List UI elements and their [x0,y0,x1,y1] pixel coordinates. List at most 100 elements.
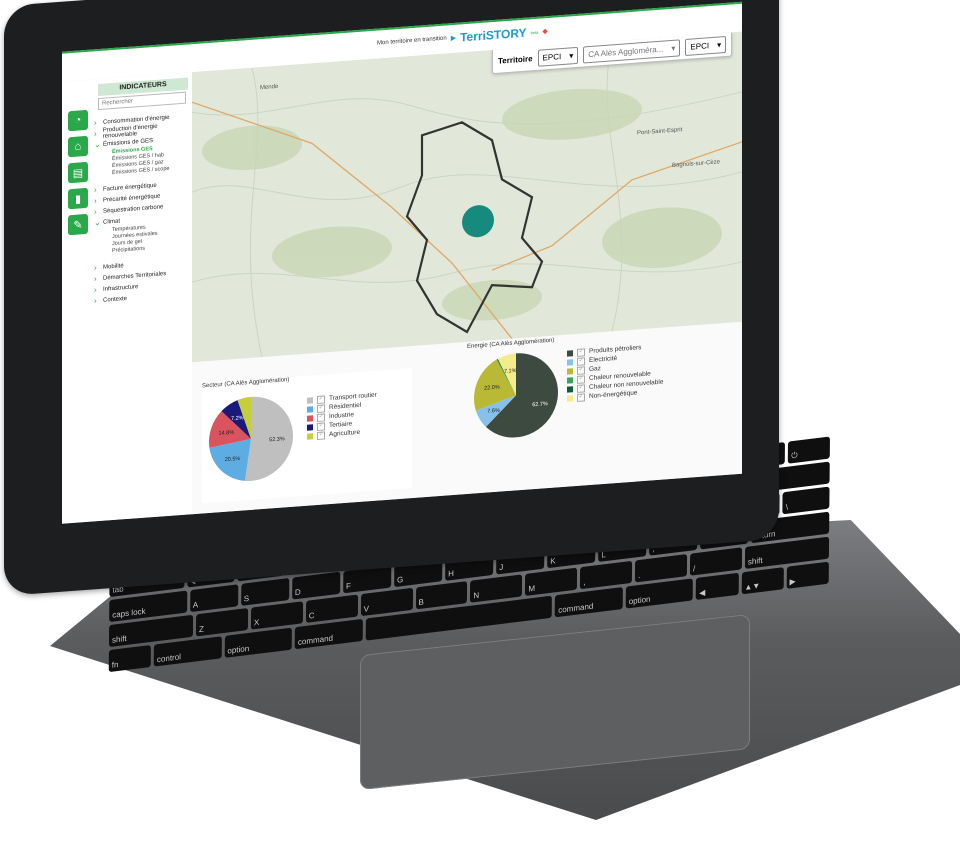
laptop-lid: Mon territoire en transition ▶ TerriSTOR… [4,0,779,596]
chevron-right-icon: › [94,207,97,217]
sidebar: ◔ ⌂ ▤ ▮ ✎ INDICATEURS ›Consommation d'én… [62,72,193,524]
key: S [240,577,290,606]
key: command [294,618,363,650]
key: Z [195,608,249,637]
chevron-down-icon: ⌄ [94,217,101,228]
key: ⏻ [788,436,830,464]
chevron-right-icon: › [94,285,97,295]
slice-label: 22.0% [484,385,500,392]
key: V [360,587,413,617]
brand-name: TerriSTORY [460,25,527,45]
legend-checkbox[interactable]: ✓ [317,421,325,431]
legend-checkbox[interactable]: ✓ [317,394,325,404]
territory-level2-select[interactable]: EPCI ▾ [685,35,727,56]
menu-item-label: Contexte [103,295,128,304]
key: ▶ [786,561,829,589]
sector-chart: Secteur (CA Alès Agglomération) 52.3% 20.… [202,368,412,504]
chevron-right-icon: › [94,118,97,128]
slice-label: 7.1% [504,368,517,375]
dashboard-icon[interactable]: ▤ [68,161,88,184]
legend-swatch [307,405,313,413]
legend-label: Non-énergétique [589,389,638,401]
sector-legend: ✓ Transport routier ✓ Résidentiel ✓ Industrie… [307,391,377,441]
sidebar-icon-bar: ◔ ⌂ ▤ ▮ ✎ [68,109,90,236]
chevron-right-icon: › [94,263,97,273]
legend-label: Agriculture [329,428,361,439]
map[interactable]: Mende Pont-Saint-Esprit Bagnols-sur-Cèze… [192,31,742,363]
legend-swatch [567,349,573,357]
legend-checkbox[interactable]: ✓ [577,365,585,375]
key: C [305,594,358,623]
chevron-right-icon: › [94,185,97,195]
key: M [525,567,578,596]
legend-checkbox[interactable]: ✓ [577,356,585,366]
key: . [635,554,688,583]
pie-chart-icon[interactable]: ◔ [68,109,88,132]
legend-checkbox[interactable]: ✓ [577,392,585,402]
key: , [580,560,633,590]
energy-pie: 62.7% 7.6% 22.0% 7.1% [474,353,558,438]
edit-icon[interactable]: ✎ [68,213,88,236]
key: ◀ [696,572,739,600]
key: option [224,627,293,658]
key: control [153,636,222,667]
legend-checkbox[interactable]: ✓ [577,347,585,357]
key: fn [108,644,152,673]
legend-swatch [307,396,313,404]
brand-tagline: Mon territoire en transition [377,35,447,47]
bar-chart-icon[interactable]: ▮ [68,187,88,210]
legend-swatch [567,394,573,402]
chevron-right-icon: › [94,129,97,139]
legend-swatch [567,385,573,393]
legend-checkbox[interactable]: ✓ [577,374,585,384]
brand[interactable]: Mon territoire en transition ▶ TerriSTOR… [377,24,548,51]
chevron-down-icon: ▾ [671,43,676,53]
legend-checkbox[interactable]: ✓ [317,430,325,440]
key: B [415,581,468,610]
slice-label: 52.3% [269,436,285,443]
menu-item-label: Climat [103,217,121,226]
home-icon[interactable]: ⌂ [68,135,88,158]
key: D [291,571,341,600]
slice-label: 14.8% [219,430,235,437]
chevron-down-icon: ▾ [717,39,722,50]
legend-label: Gaz [589,365,601,374]
slice-label: 7.6% [487,408,500,415]
legend-checkbox[interactable]: ✓ [317,403,325,413]
territory-label: Territoire [498,53,533,66]
indicator-menu: › Consommation d'énergie › Production d'éne… [94,110,190,306]
legend-swatch [567,367,573,375]
legend-checkbox[interactable]: ✓ [317,412,325,422]
legend-swatch [567,376,573,384]
energy-chart: Energie (CA Alès Agglomération) 62.7% 7.6… [467,326,707,464]
territory-name-select[interactable]: CA Alès Aggloméra... ▾ [583,38,681,63]
key: ▲▼ [741,567,784,595]
legend-checkbox[interactable]: ✓ [577,383,585,393]
chevron-right-icon: › [94,196,97,206]
menu-item-label: Infrastructure [103,283,139,293]
screen: Mon territoire en transition ▶ TerriSTOR… [62,1,742,524]
slice-label: 7.2% [231,415,244,422]
key: N [470,574,523,603]
map-svg: Mende Pont-Saint-Esprit Bagnols-sur-Cèze [192,31,742,363]
key: option [625,578,694,609]
menu-item-label: Mobilité [103,262,124,271]
key: / [689,547,743,576]
slice-label: 20.5% [225,456,241,463]
chevron-right-icon: › [94,296,97,306]
territory-level-select[interactable]: EPCI ▾ [537,46,579,67]
energy-legend: ✓ Produits pétroliers ✓ Electricité ✓ Gaz ✓ Cha… [567,342,663,403]
chevron-right-icon: › [94,274,97,284]
legend-swatch [307,423,313,431]
legend-swatch [307,414,313,422]
key: \ [782,486,830,515]
legend-swatch [567,358,573,366]
chevron-down-icon: ▾ [569,50,574,60]
slice-label: 62.7% [532,401,548,408]
brand-sub: beta [530,29,539,35]
legend-swatch [307,432,313,440]
key: A [189,584,238,613]
logo-icon: ◆ [542,28,548,36]
key: command [555,586,623,618]
key: X [250,601,303,630]
